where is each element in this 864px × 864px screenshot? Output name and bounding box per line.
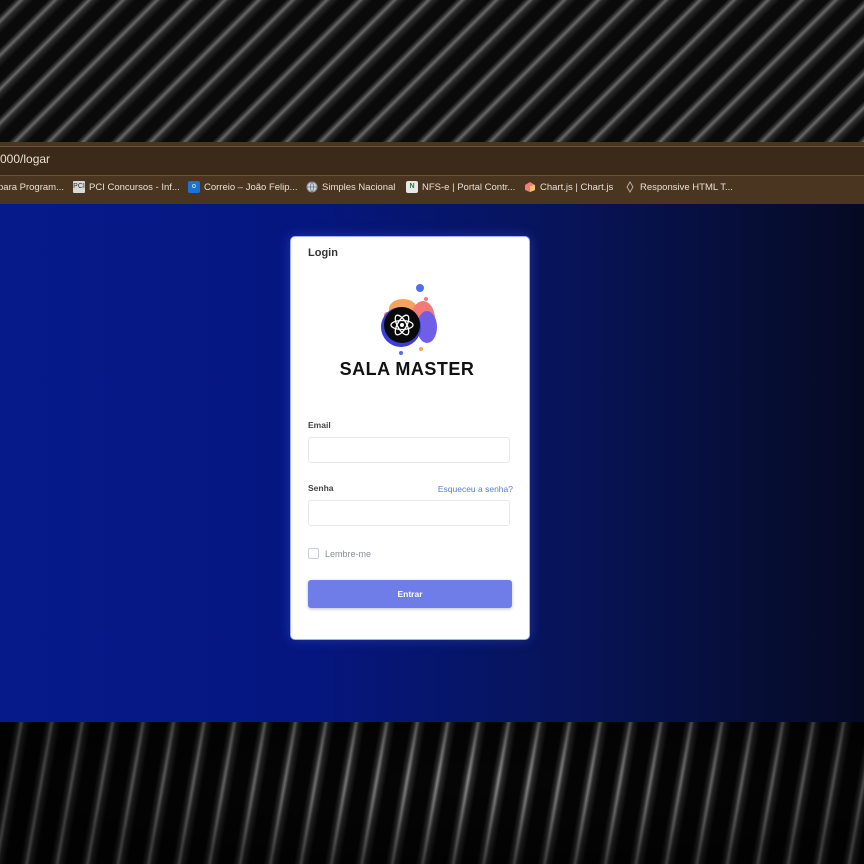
remember-me[interactable]: Lembre-me xyxy=(308,548,371,559)
decorative-background-shade xyxy=(0,722,864,864)
bookmark-label: Simples Nacional xyxy=(322,181,396,193)
outlook-icon: o xyxy=(188,181,200,193)
submit-button[interactable]: Entrar xyxy=(308,580,512,608)
remember-checkbox[interactable] xyxy=(308,548,319,559)
bookmark-label: Chart.js | Chart.js xyxy=(540,181,614,193)
chartjs-icon xyxy=(524,181,536,193)
pci-icon: PCI xyxy=(73,181,85,193)
bookmarks-bar: para Program... PCI PCI Concursos - Inf.… xyxy=(0,176,864,198)
bookmark-label: PCI Concursos - Inf... xyxy=(89,181,180,193)
globe-icon xyxy=(306,181,318,193)
bookmark-label: Responsive HTML T... xyxy=(640,181,733,193)
address-text[interactable]: 000/logar xyxy=(0,152,50,166)
bookmark-label: Correio – João Felip... xyxy=(204,181,298,193)
login-card: Login SALA MASTER Email Senha Esqueceu a… xyxy=(290,236,530,640)
bookmark-item[interactable]: para Program... xyxy=(0,179,64,195)
bookmark-label: NFS-e | Portal Contr... xyxy=(422,181,516,193)
bookmark-label: para Program... xyxy=(0,181,64,193)
email-field[interactable] xyxy=(308,437,510,463)
forgot-password-link[interactable]: Esqueceu a senha? xyxy=(438,484,513,494)
bookmark-item[interactable]: Chart.js | Chart.js xyxy=(524,179,613,195)
template-icon xyxy=(624,181,636,193)
brand-name: SALA MASTER xyxy=(339,359,475,379)
decorative-background-top xyxy=(0,0,864,142)
bookmark-item[interactable]: N NFS-e | Portal Contr... xyxy=(406,179,515,195)
address-bar[interactable]: 000/logar xyxy=(0,146,864,176)
bookmark-item[interactable]: Simples Nacional xyxy=(306,179,395,195)
password-label: Senha xyxy=(308,483,334,493)
remember-label: Lembre-me xyxy=(325,548,372,559)
nfse-icon: N xyxy=(406,181,418,193)
bookmark-item[interactable]: Responsive HTML T... xyxy=(624,179,733,195)
bookmark-item[interactable]: o Correio – João Felip... xyxy=(188,179,297,195)
email-label: Email xyxy=(308,420,331,430)
login-title: Login xyxy=(308,247,338,259)
password-field[interactable] xyxy=(308,500,510,526)
bookmark-item[interactable]: PCI PCI Concursos - Inf... xyxy=(73,179,180,195)
